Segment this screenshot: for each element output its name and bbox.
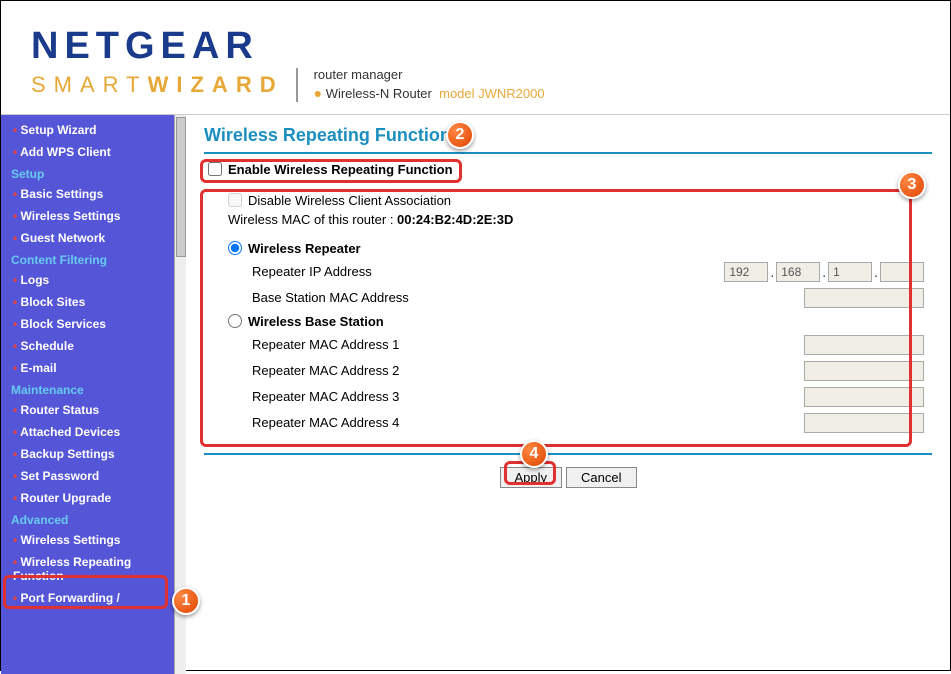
ip-octet-4[interactable] xyxy=(880,262,924,282)
rep-mac3-input[interactable] xyxy=(804,387,924,407)
nav-section: Content Filtering xyxy=(9,249,178,269)
rep-mac4-label: Repeater MAC Address 4 xyxy=(252,415,804,430)
base-mac-input[interactable] xyxy=(804,288,924,308)
header: NETGEAR SMARTWIZARD router manager ● Wir… xyxy=(1,1,950,115)
nav-section: Maintenance xyxy=(9,379,178,399)
repeater-radio[interactable] xyxy=(228,241,242,255)
badge-2: 2 xyxy=(446,121,474,149)
rep-mac1-label: Repeater MAC Address 1 xyxy=(252,337,804,352)
nav-item[interactable]: Logs xyxy=(9,269,178,291)
nav-item[interactable]: Router Status xyxy=(9,399,178,421)
nav-item[interactable]: Router Upgrade xyxy=(9,487,178,509)
nav-item[interactable]: Set Password xyxy=(9,465,178,487)
nav-item[interactable]: Port Forwarding / xyxy=(9,587,178,609)
ip-octet-2[interactable] xyxy=(776,262,820,282)
nav-item[interactable]: Wireless Settings xyxy=(9,529,178,551)
base-station-radio[interactable] xyxy=(228,314,242,328)
disable-client-checkbox[interactable] xyxy=(228,193,242,207)
ip-octet-1[interactable] xyxy=(724,262,768,282)
nav-item[interactable]: Block Services xyxy=(9,313,178,335)
page-title: Wireless Repeating Function xyxy=(204,125,932,146)
nav-item[interactable]: Wireless Repeating Function xyxy=(9,551,178,587)
scrollbar-thumb[interactable] xyxy=(176,117,186,257)
nav-item[interactable]: Schedule xyxy=(9,335,178,357)
base-mac-label: Base Station MAC Address xyxy=(252,290,804,305)
enable-label: Enable Wireless Repeating Function xyxy=(228,162,453,177)
button-row: Apply Cancel xyxy=(204,467,932,488)
cancel-button[interactable]: Cancel xyxy=(566,467,636,488)
nav-section: Advanced xyxy=(9,509,178,529)
disable-client-label: Disable Wireless Client Association xyxy=(248,193,451,208)
divider xyxy=(204,152,932,154)
nav-item[interactable]: Setup Wizard xyxy=(9,119,178,141)
subbrand-logo: SMARTWIZARD xyxy=(31,72,284,98)
nav-item[interactable]: Backup Settings xyxy=(9,443,178,465)
enable-checkbox[interactable] xyxy=(208,162,222,176)
nav-item[interactable]: Block Sites xyxy=(9,291,178,313)
badge-4: 4 xyxy=(520,440,548,468)
base-station-radio-label: Wireless Base Station xyxy=(248,314,384,329)
rep-mac2-label: Repeater MAC Address 2 xyxy=(252,363,804,378)
header-divider xyxy=(296,68,298,102)
content-area: Wireless Repeating Function Enable Wirel… xyxy=(186,115,950,674)
rep-mac4-input[interactable] xyxy=(804,413,924,433)
enable-row: Enable Wireless Repeating Function xyxy=(204,162,932,177)
nav-item[interactable]: Guest Network xyxy=(9,227,178,249)
repeater-ip-label: Repeater IP Address xyxy=(252,264,724,279)
nav-item[interactable]: Wireless Settings xyxy=(9,205,178,227)
header-tagline: router manager ● Wireless-N Router model… xyxy=(310,66,545,104)
rep-mac3-label: Repeater MAC Address 3 xyxy=(252,389,804,404)
nav-section: Setup xyxy=(9,163,178,183)
router-mac-row: Wireless MAC of this router : 00:24:B2:4… xyxy=(228,212,924,227)
badge-3: 3 xyxy=(898,171,926,199)
nav-item[interactable]: Attached Devices xyxy=(9,421,178,443)
rep-mac2-input[interactable] xyxy=(804,361,924,381)
brand-logo: NETGEAR xyxy=(31,25,920,68)
rep-mac1-input[interactable] xyxy=(804,335,924,355)
divider-bottom xyxy=(204,453,932,455)
badge-1: 1 xyxy=(172,587,200,615)
form-body: Disable Wireless Client Association Wire… xyxy=(204,189,932,443)
nav-item[interactable]: Add WPS Client xyxy=(9,141,178,163)
nav-item[interactable]: E-mail xyxy=(9,357,178,379)
repeater-radio-label: Wireless Repeater xyxy=(248,241,361,256)
apply-button[interactable]: Apply xyxy=(500,467,563,488)
ip-octet-3[interactable] xyxy=(828,262,872,282)
sidebar: Setup WizardAdd WPS ClientSetupBasic Set… xyxy=(1,115,186,674)
nav-item[interactable]: Basic Settings xyxy=(9,183,178,205)
